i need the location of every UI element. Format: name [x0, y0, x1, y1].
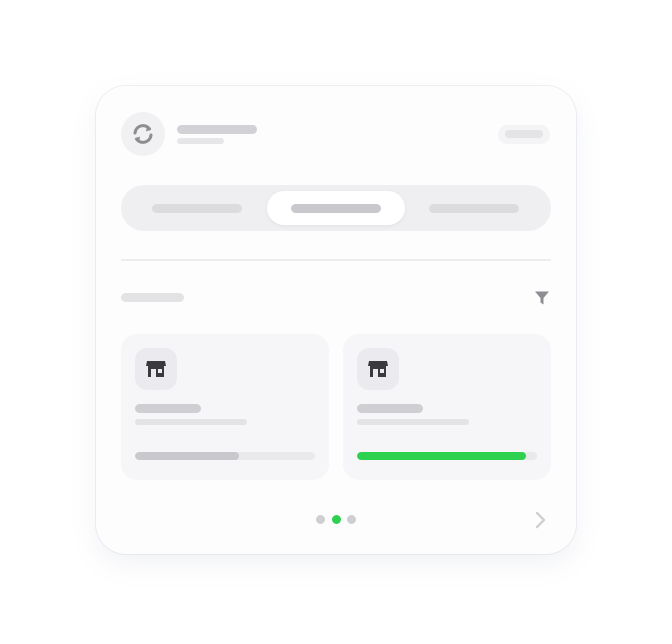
next-button[interactable] [532, 510, 548, 530]
storefront-icon [368, 361, 388, 377]
segment-tab-label-placeholder [291, 204, 381, 213]
widget-card [96, 86, 576, 554]
section-title-placeholder [121, 293, 184, 302]
listing-card[interactable] [343, 334, 551, 480]
header-pill-button[interactable] [498, 125, 550, 144]
page-dot[interactable] [332, 515, 341, 524]
storefront-icon [146, 361, 166, 377]
listing-title-placeholder [135, 404, 201, 413]
segmented-control [121, 185, 551, 231]
pagination-dots [316, 515, 356, 525]
segment-tab-2-active[interactable] [267, 191, 405, 225]
filter-icon [535, 291, 549, 305]
listing-progress-fill [135, 452, 240, 460]
divider [121, 259, 551, 261]
app-logo [121, 112, 165, 156]
app-subtitle-placeholder [177, 138, 224, 144]
listing-icon-tile [357, 348, 399, 390]
segment-tab-label-placeholder [152, 204, 242, 213]
listing-card[interactable] [121, 334, 329, 480]
listing-progress-bar [357, 452, 537, 460]
listing-progress-fill [357, 452, 527, 460]
header-pill-label-placeholder [505, 130, 543, 138]
page-dot[interactable] [316, 515, 325, 524]
sync-icon [133, 124, 153, 144]
listing-subtitle-placeholder [357, 419, 469, 425]
listing-progress-bar [135, 452, 315, 460]
listing-subtitle-placeholder [135, 419, 247, 425]
listing-title-placeholder [357, 404, 423, 413]
segment-tab-1[interactable] [127, 191, 265, 225]
filter-button[interactable] [533, 289, 551, 307]
listing-icon-tile [135, 348, 177, 390]
segment-tab-label-placeholder [429, 204, 519, 213]
app-title-placeholder [177, 125, 257, 134]
page-dot[interactable] [347, 515, 356, 524]
segment-tab-3[interactable] [407, 191, 545, 225]
chevron-right-icon [535, 511, 546, 529]
